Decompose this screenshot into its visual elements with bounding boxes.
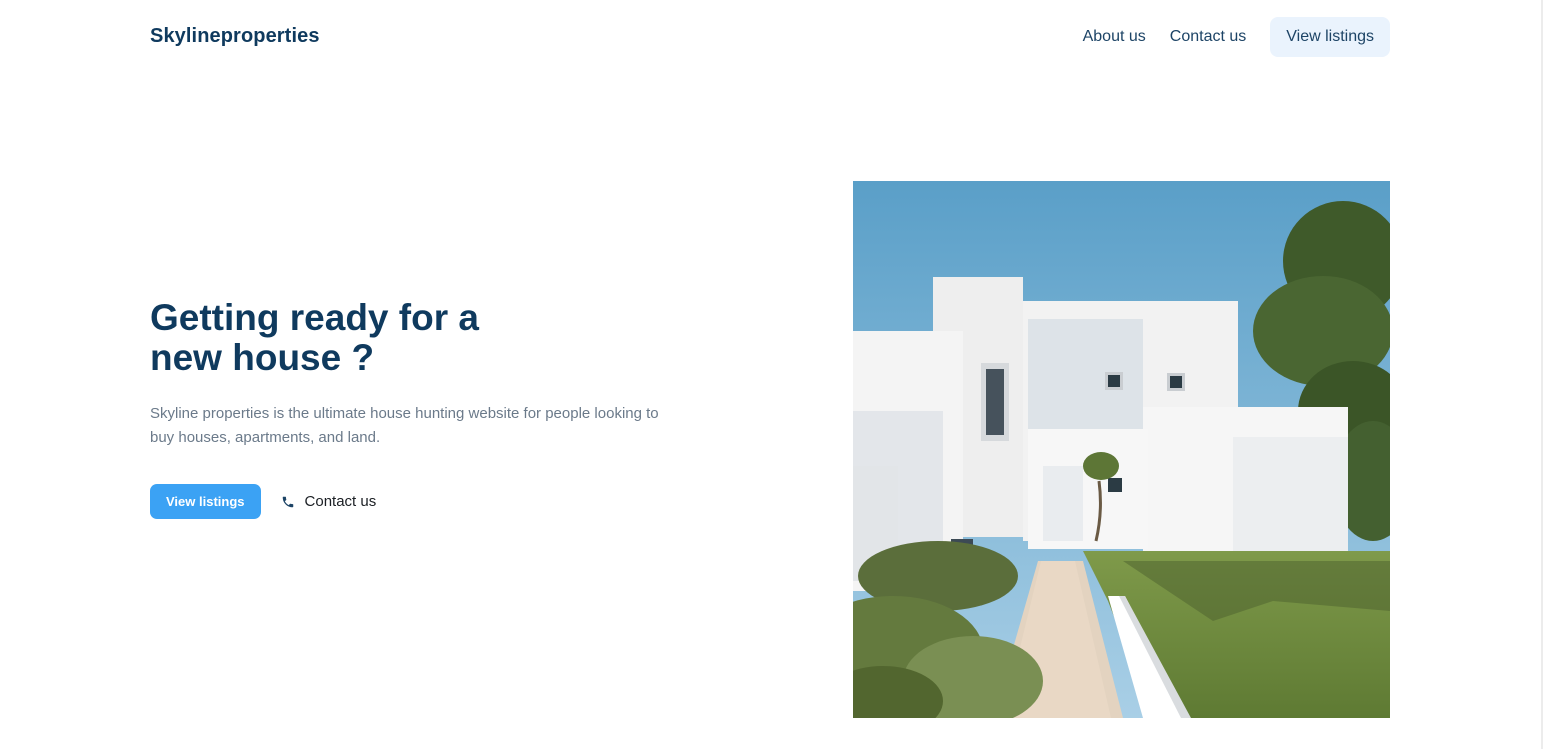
main-nav: About us Contact us View listings xyxy=(1083,17,1390,57)
view-listings-button[interactable]: View listings xyxy=(150,484,261,519)
hero-title-line-1: Getting ready for a xyxy=(150,297,479,338)
hero-house-image xyxy=(853,181,1390,718)
phone-icon xyxy=(282,496,293,507)
hero-actions: View listings Contact us xyxy=(150,484,376,519)
brand-logo[interactable]: Skylineproperties xyxy=(150,25,320,48)
site-header: Skylineproperties About us Contact us Vi… xyxy=(150,17,1390,57)
hero-title: Getting ready for a new house ? xyxy=(150,298,570,378)
nav-about-link[interactable]: About us xyxy=(1083,28,1146,46)
contact-us-button[interactable]: Contact us xyxy=(281,493,377,510)
page: Skylineproperties About us Contact us Vi… xyxy=(0,0,1543,749)
nav-contact-link[interactable]: Contact us xyxy=(1170,28,1246,46)
house-illustration xyxy=(853,181,1390,718)
hero-description: Skyline properties is the ultimate house… xyxy=(150,405,659,446)
contact-us-label: Contact us xyxy=(304,493,377,510)
hero-title-line-2: new house ? xyxy=(150,337,375,378)
nav-view-listings-button[interactable]: View listings xyxy=(1270,17,1390,57)
